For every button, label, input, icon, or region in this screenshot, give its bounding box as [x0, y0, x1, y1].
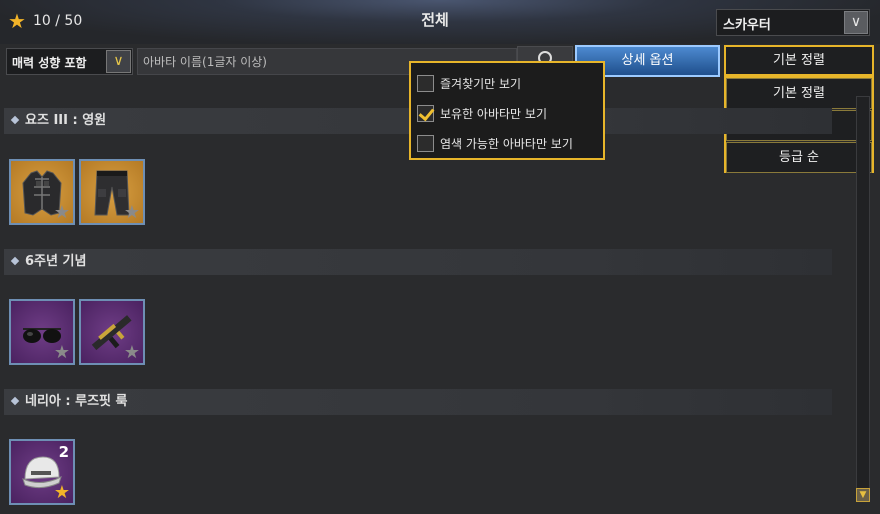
set-header: 네리아 : 루즈핏 룩: [4, 389, 832, 415]
top-bar: ★ 10 / 50 전체 스카우터 ∨: [0, 0, 880, 44]
option-label: 즐겨찾기만 보기: [440, 76, 522, 91]
diamond-icon: [10, 115, 20, 124]
option-label: 보유한 아바타만 보기: [440, 106, 547, 121]
checkbox[interactable]: [417, 134, 434, 152]
diamond-icon: [10, 256, 20, 265]
set-title: 네리아 : 루즈핏 룩: [25, 394, 128, 409]
checkbox[interactable]: [417, 74, 434, 92]
item-count: 2: [58, 443, 69, 461]
avatar-item-sunglasses[interactable]: ★: [9, 299, 75, 365]
chevron-down-icon[interactable]: ∨: [844, 11, 868, 34]
grade-star-icon: ★: [53, 202, 70, 223]
class-select[interactable]: 스카우터 ∨: [716, 9, 870, 36]
option-favorites-only[interactable]: 즐겨찾기만 보기: [417, 68, 597, 98]
grade-star-icon: ★: [123, 202, 140, 223]
chevron-down-icon[interactable]: ∨: [106, 50, 131, 73]
charm-filter-select[interactable]: 매력 성향 포함 ∨: [6, 48, 133, 75]
grade-star-icon: ★: [123, 342, 140, 363]
option-label: 염색 가능한 아바타만 보기: [440, 136, 573, 151]
grade-star-icon: ★: [53, 342, 70, 363]
detail-options-menu: 즐겨찾기만 보기 보유한 아바타만 보기 염색 가능한 아바타만 보기: [409, 61, 605, 160]
avatar-item-pants[interactable]: ★: [79, 159, 145, 225]
sort-button[interactable]: 기본 정렬: [724, 45, 874, 76]
checkbox-checked[interactable]: [417, 104, 434, 122]
charm-filter-value: 매력 성향 포함: [12, 56, 87, 70]
avatar-item-cap[interactable]: 2 ★: [9, 439, 75, 505]
set-title: 요즈 III : 영원: [25, 113, 107, 128]
set-title: 6주년 기념: [25, 254, 87, 269]
scrollbar[interactable]: [856, 96, 870, 500]
class-select-value: 스카우터: [723, 18, 771, 33]
grade-star-icon: ★: [53, 482, 70, 503]
scroll-down-icon[interactable]: ▼: [856, 488, 870, 502]
option-dyeable-only[interactable]: 염색 가능한 아바타만 보기: [417, 128, 597, 158]
set-header: 6주년 기념: [4, 249, 832, 275]
avatar-item-rifle[interactable]: ★: [79, 299, 145, 365]
diamond-icon: [10, 396, 20, 405]
avatar-item-jacket[interactable]: ★: [9, 159, 75, 225]
option-owned-only[interactable]: 보유한 아바타만 보기: [417, 98, 597, 128]
